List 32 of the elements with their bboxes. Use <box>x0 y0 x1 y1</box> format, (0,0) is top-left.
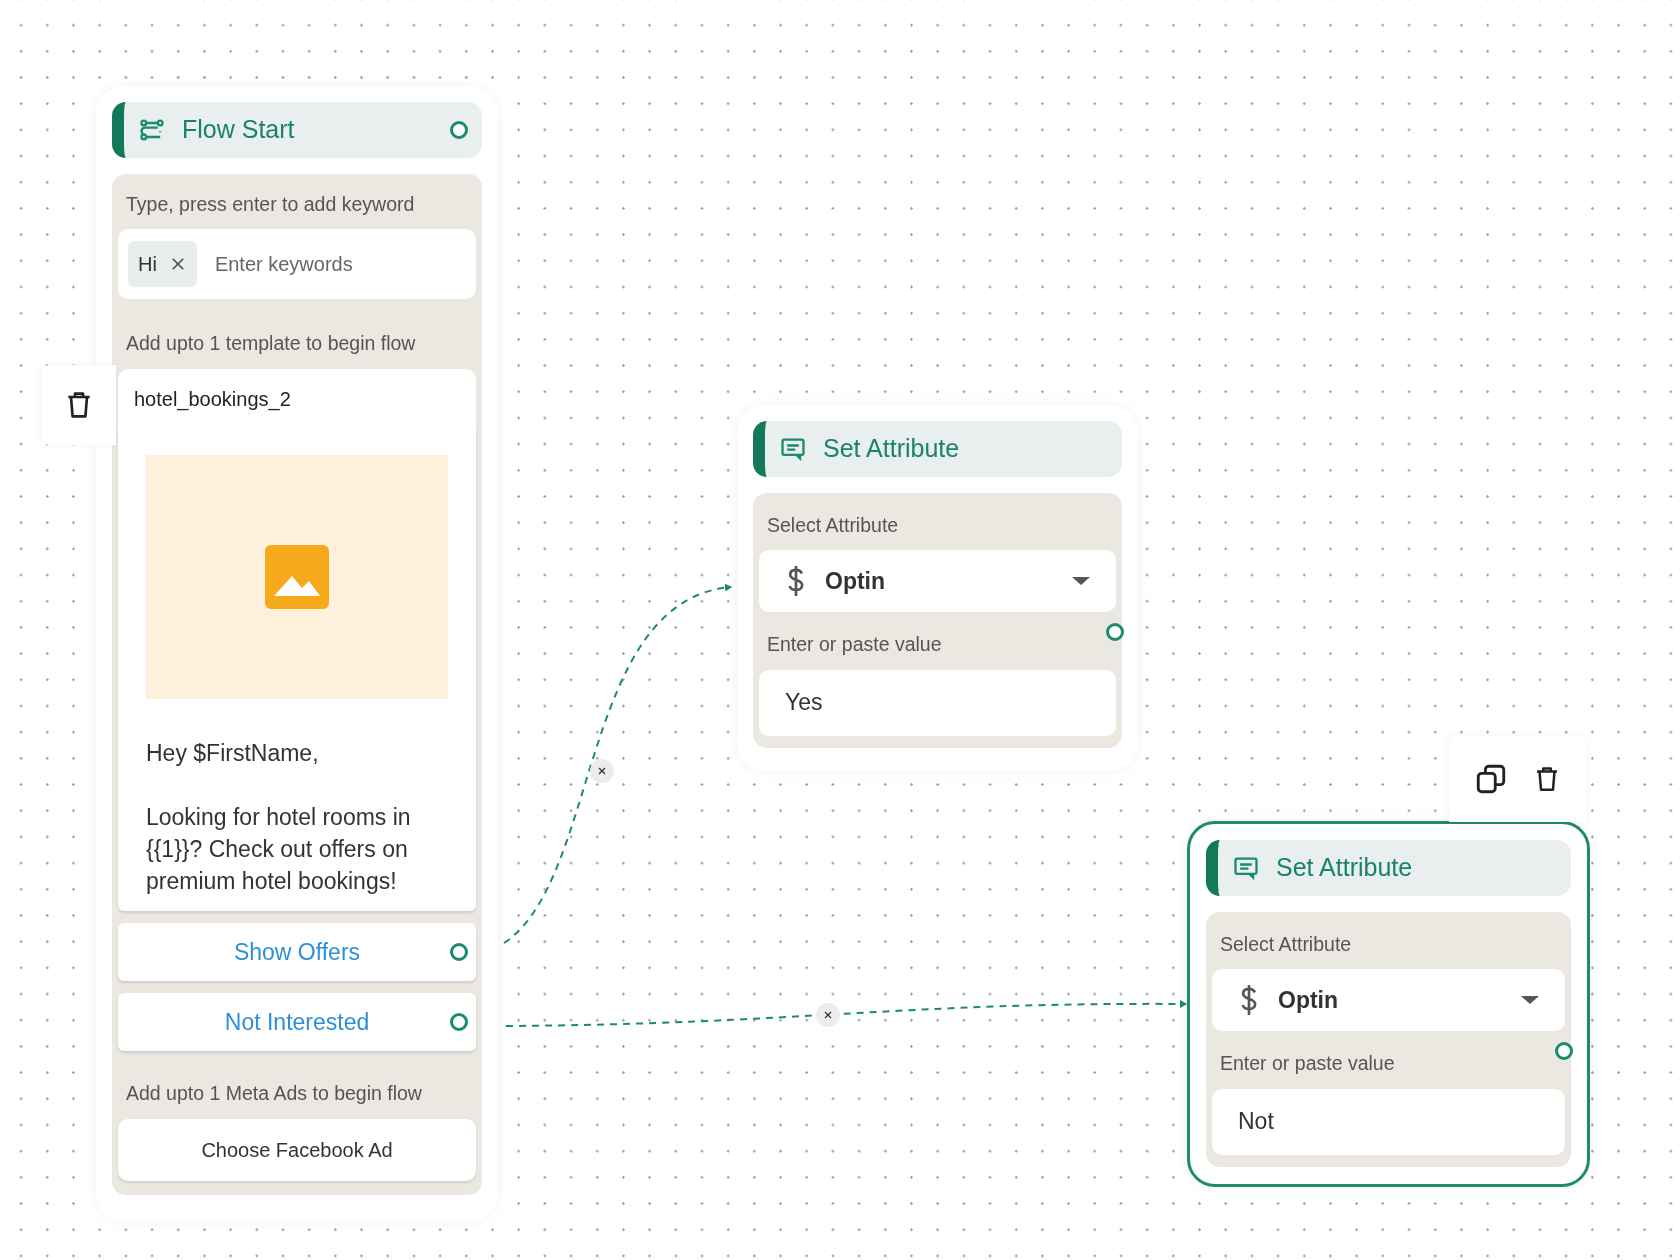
connection-handle[interactable] <box>1106 623 1124 641</box>
field-label: Add upto 1 template to begin flow <box>125 331 417 357</box>
close-icon <box>822 1009 834 1021</box>
field-label: Select Attribute <box>766 513 900 538</box>
field-label: Enter or paste value <box>766 632 943 658</box>
node-title: Set Attribute <box>823 433 960 465</box>
choose-ad-button[interactable]: Choose Facebook Ad <box>118 1118 476 1181</box>
input-placeholder: Enter keywords <box>214 252 353 278</box>
field-label: Type, press enter to add keyword <box>125 192 416 217</box>
connection-handle[interactable] <box>450 121 468 139</box>
attribute-dropdown[interactable]: Optin <box>759 550 1116 613</box>
node-title: Set Attribute <box>1276 852 1413 884</box>
field-label: Add upto 1 Meta Ads to begin flow <box>125 1081 423 1107</box>
template-name-field[interactable]: hotel_bookings_2 <box>118 368 476 429</box>
tag-text: Hi <box>138 252 157 278</box>
field-label: Select Attribute <box>1219 932 1353 957</box>
field-label: Enter or paste value <box>1219 1051 1396 1077</box>
edge-delete-button[interactable] <box>590 759 614 783</box>
keyword-field[interactable]: Hi Enter keywords <box>118 229 476 300</box>
message-text: Hey $FirstName, Looking for hotel rooms in {{1}}? Check out offers on premium hotel bookings! <box>146 738 412 897</box>
node-title: Flow Start <box>182 114 295 146</box>
caret-icon <box>1072 577 1090 586</box>
edge-delete-button[interactable] <box>816 1003 840 1027</box>
caret-icon <box>1521 996 1539 1005</box>
close-icon <box>596 765 608 777</box>
value-field[interactable]: Not <box>1212 1088 1565 1155</box>
attribute-dropdown[interactable]: Optin <box>1212 969 1565 1032</box>
connection-handle[interactable] <box>1555 1042 1573 1060</box>
connection-handle[interactable] <box>450 1013 468 1032</box>
delete-button[interactable] <box>42 364 116 445</box>
connection-handle[interactable] <box>450 943 468 962</box>
value-field[interactable]: Yes <box>759 669 1116 736</box>
